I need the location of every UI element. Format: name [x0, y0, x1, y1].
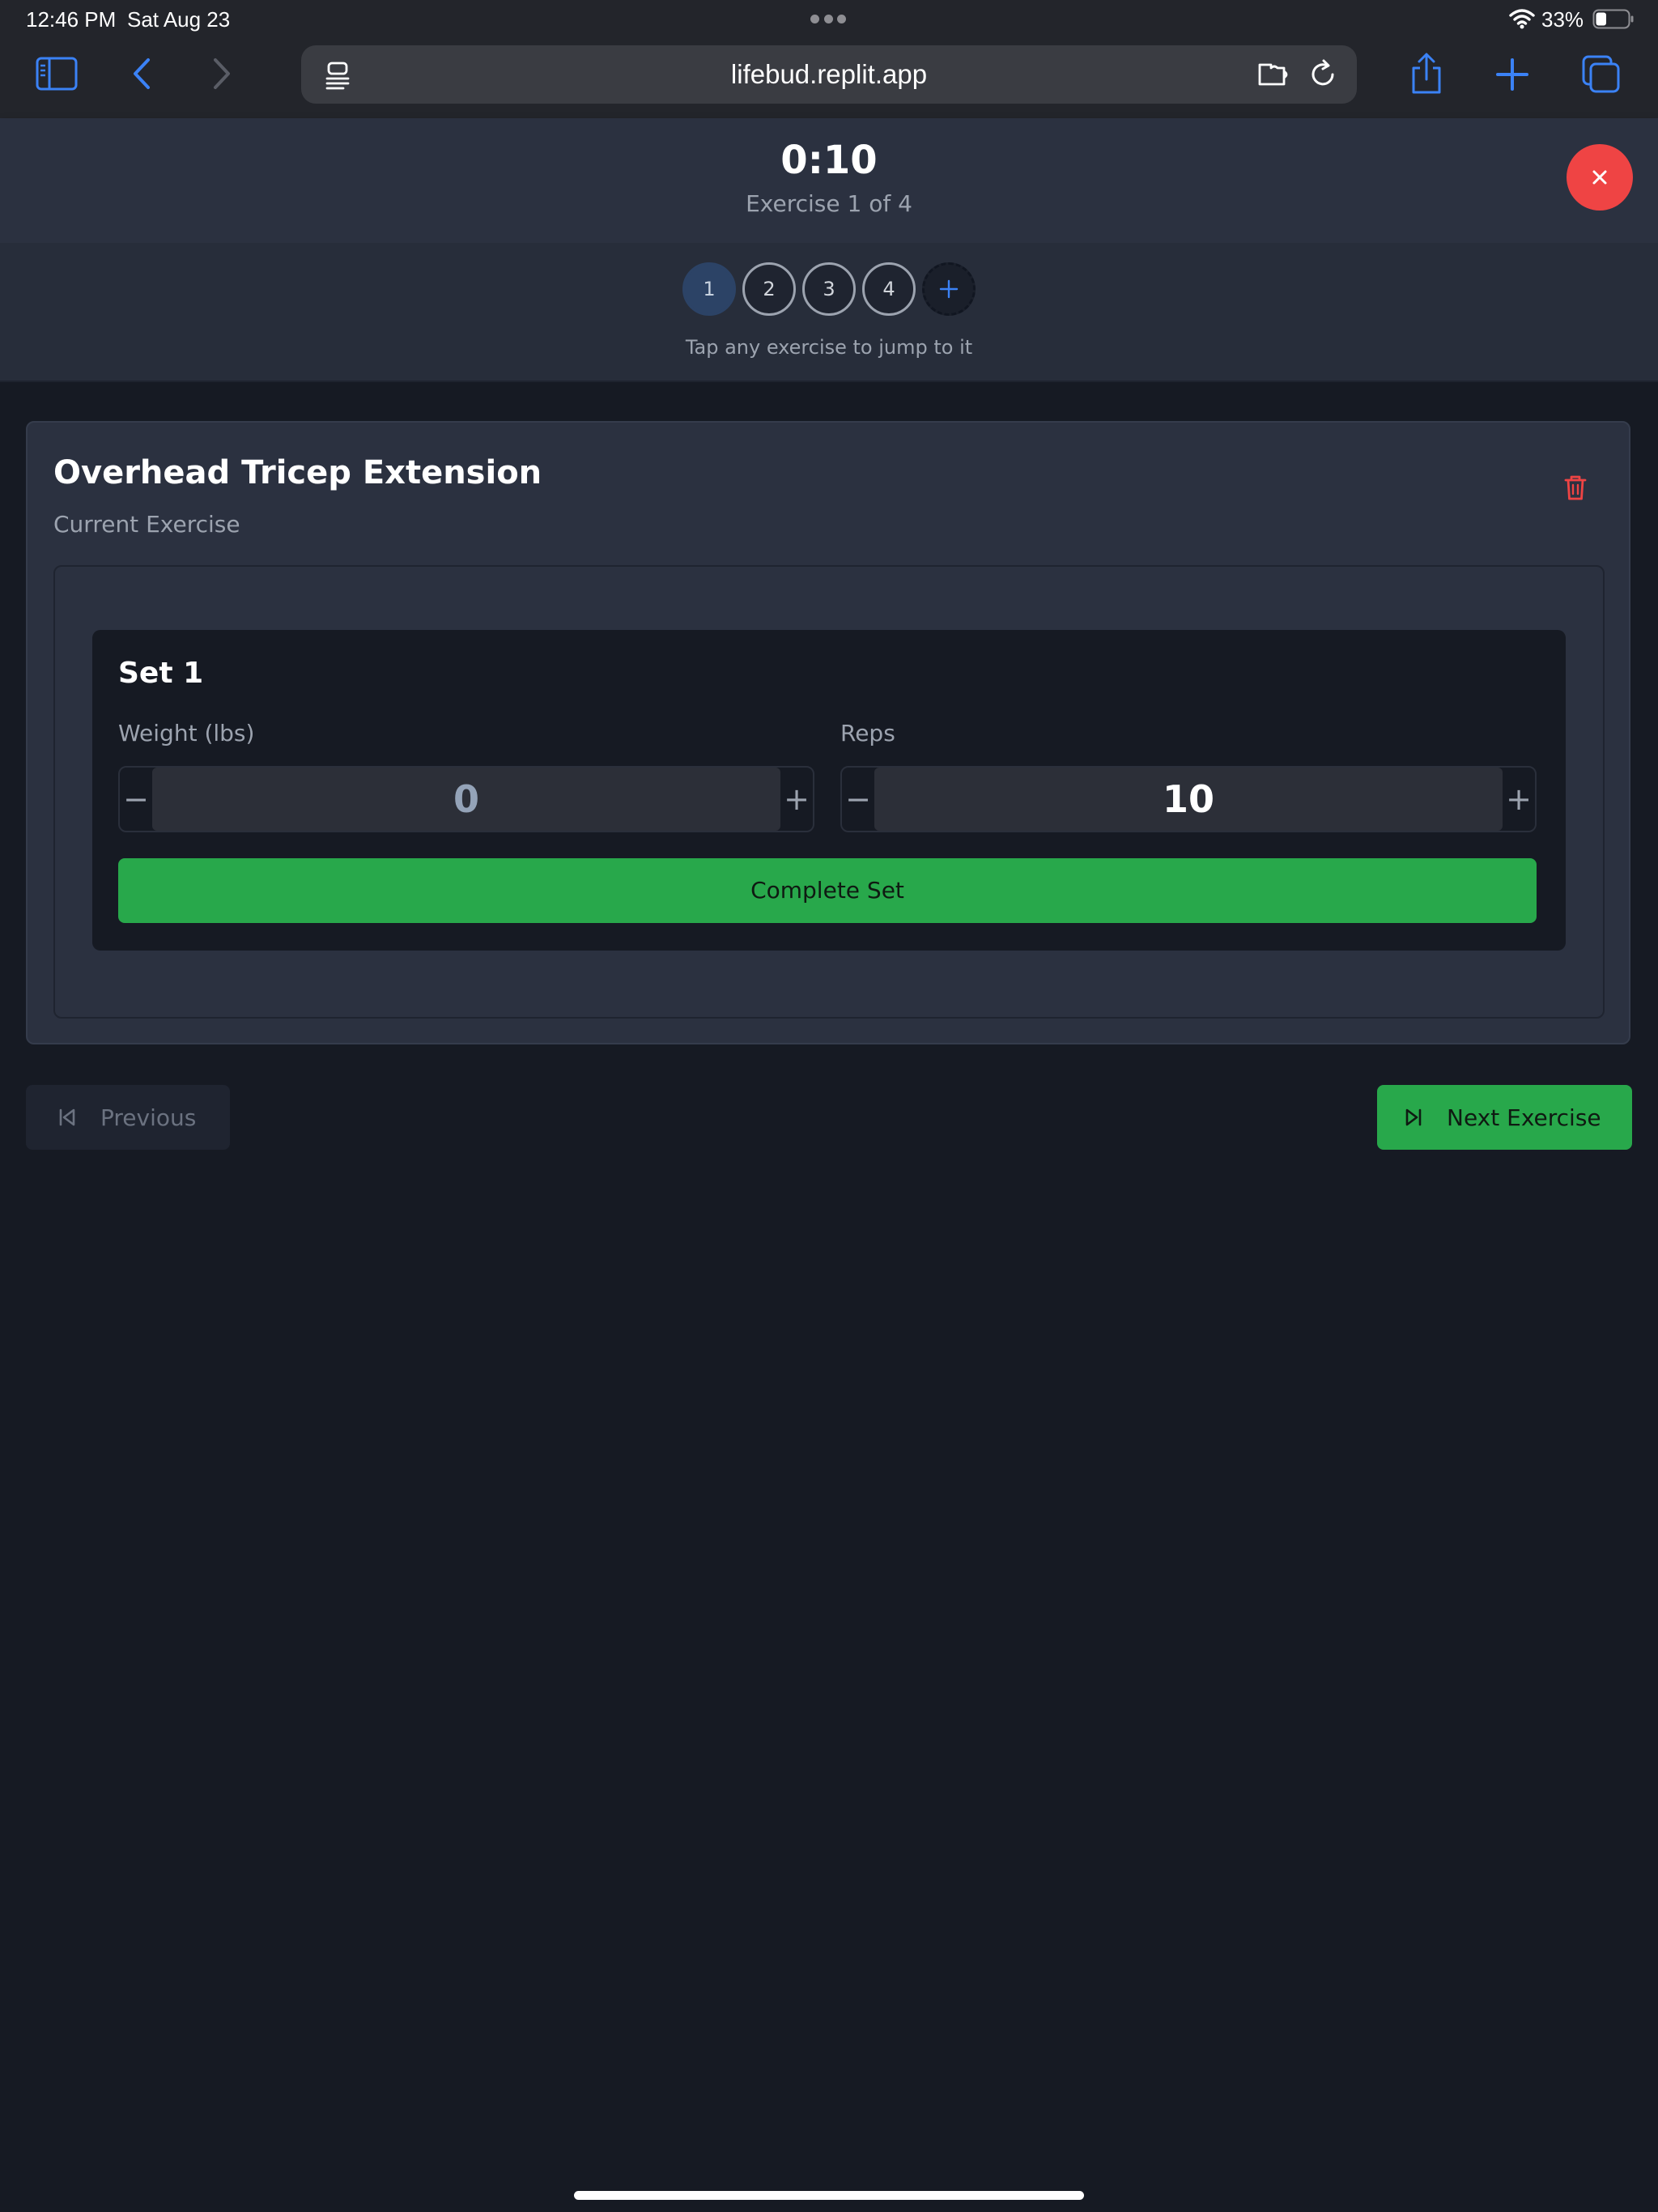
close-workout-button[interactable]: [1567, 144, 1633, 211]
url-text[interactable]: lifebud.replit.app: [301, 45, 1357, 104]
set-card: Set 1 Weight (lbs) − 0 + Reps − 10 + Com…: [92, 630, 1566, 951]
browser-chrome: 12:46 PM Sat Aug 23 33% lifebud.replit.a…: [0, 0, 1658, 118]
multitasking-handle[interactable]: [810, 15, 846, 24]
previous-label: Previous: [100, 1104, 197, 1131]
url-bar[interactable]: lifebud.replit.app: [301, 45, 1357, 104]
close-icon: [1592, 170, 1607, 185]
exercise-dot-3[interactable]: 3: [802, 262, 856, 316]
reps-decrement-button[interactable]: −: [842, 768, 874, 831]
new-tab-icon[interactable]: [1488, 50, 1537, 99]
extension-icon[interactable]: [1253, 57, 1292, 92]
exercise-subtitle: Current Exercise: [53, 511, 240, 538]
exercise-card: Overhead Tricep Extension Current Exerci…: [26, 421, 1630, 1044]
battery-percentage: 33%: [1541, 7, 1584, 32]
status-date: Sat Aug 23: [127, 7, 231, 32]
wifi-icon: [1509, 9, 1535, 29]
workout-timer: 0:10: [780, 138, 878, 183]
reps-stepper: − 10 +: [840, 766, 1537, 832]
battery-icon: [1592, 9, 1634, 29]
sets-panel: Set 1 Weight (lbs) − 0 + Reps − 10 + Com…: [53, 565, 1605, 1019]
tabs-icon[interactable]: [1577, 50, 1626, 99]
home-indicator[interactable]: [574, 2191, 1084, 2200]
weight-stepper: − 0 +: [118, 766, 814, 832]
reps-input[interactable]: 10: [874, 768, 1503, 831]
exercise-navigator: 1 2 3 4 Tap any exercise to jump to it: [0, 243, 1658, 382]
plus-icon: [939, 279, 959, 299]
exercise-dot-1[interactable]: 1: [682, 262, 736, 316]
reps-increment-button[interactable]: +: [1503, 768, 1535, 831]
back-icon[interactable]: [118, 50, 167, 99]
workout-header: 0:10 Exercise 1 of 4: [0, 118, 1658, 243]
set-title: Set 1: [118, 657, 204, 690]
weight-label: Weight (lbs): [118, 720, 255, 747]
weight-decrement-button[interactable]: −: [120, 768, 152, 831]
skip-back-icon: [59, 1108, 75, 1126]
sidebar-icon[interactable]: [32, 50, 81, 99]
previous-exercise-button[interactable]: Previous: [26, 1085, 230, 1150]
exercise-dots: 1 2 3 4: [0, 262, 1658, 316]
complete-set-button[interactable]: Complete Set: [118, 858, 1537, 923]
status-time: 12:46 PM: [26, 7, 117, 32]
next-label: Next Exercise: [1447, 1104, 1601, 1131]
exercise-dot-4[interactable]: 4: [862, 262, 916, 316]
weight-increment-button[interactable]: +: [780, 768, 813, 831]
weight-input[interactable]: 0: [152, 768, 780, 831]
add-exercise-button[interactable]: [922, 262, 976, 316]
exercise-counter: Exercise 1 of 4: [746, 190, 912, 217]
reps-label: Reps: [840, 720, 895, 747]
forward-icon[interactable]: [197, 50, 245, 99]
trash-icon: [1564, 475, 1587, 500]
delete-exercise-button[interactable]: [1556, 468, 1595, 507]
reload-icon[interactable]: [1305, 57, 1341, 92]
skip-forward-icon: [1405, 1108, 1422, 1126]
next-exercise-button[interactable]: Next Exercise: [1377, 1085, 1632, 1150]
exercise-title: Overhead Tricep Extension: [53, 454, 542, 491]
navigator-hint: Tap any exercise to jump to it: [685, 336, 973, 359]
share-icon[interactable]: [1402, 50, 1451, 99]
exercise-dot-2[interactable]: 2: [742, 262, 796, 316]
